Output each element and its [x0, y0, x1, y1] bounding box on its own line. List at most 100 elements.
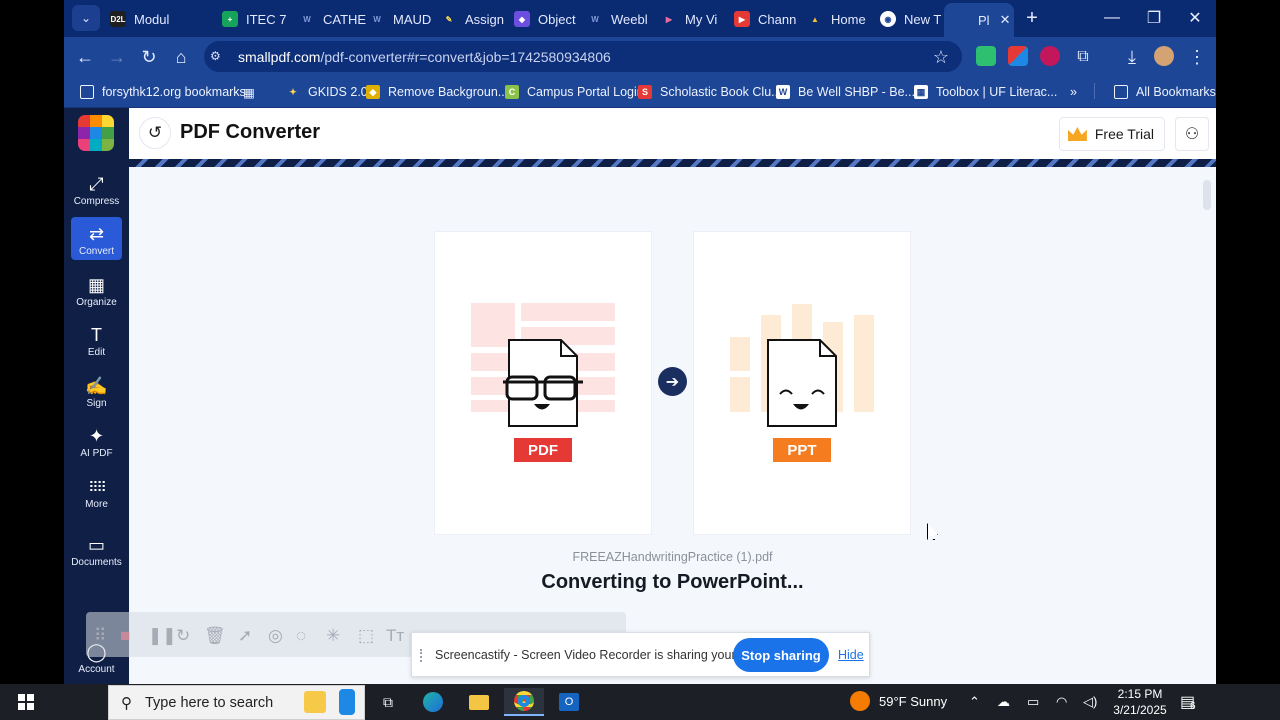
sidebar-item-ai-pdf[interactable]: ✦ AI PDF	[71, 419, 122, 462]
windows-taskbar: ⚲ Type here to search ⧉ O 59°F Sunny ⌃ ☁…	[0, 684, 1280, 720]
all-bookmarks-label: All Bookmarks	[1136, 85, 1216, 99]
tab-search-button[interactable]: ⌄	[72, 5, 100, 31]
browser-tab[interactable]: ▶ My Vi	[661, 5, 741, 33]
bookmark-item[interactable]: ▦ Toolbox | UF Literac...	[914, 83, 1057, 101]
taskbar-search[interactable]: ⚲ Type here to search	[108, 685, 365, 720]
browser-tab[interactable]: D2L Modul	[110, 5, 200, 33]
text-tool-icon[interactable]: Tт	[386, 626, 404, 646]
screencastify-icon[interactable]	[1040, 46, 1060, 66]
cursor-icon[interactable]: ➚	[238, 626, 252, 646]
puzzle-icon[interactable]: ⧉	[1070, 44, 1096, 70]
drive-icon: ▲	[811, 14, 819, 24]
forward-arrow-icon[interactable]: →	[104, 44, 130, 70]
status-text: Converting to PowerPoint...	[541, 571, 804, 593]
sidebar-item-label: Edit	[87, 347, 106, 358]
diamond-icon: ◆	[366, 85, 380, 99]
sidebar-item-compress[interactable]: ⤢ Compress	[71, 167, 122, 210]
bookmark-item[interactable]: W Be Well SHBP - Be...	[776, 83, 915, 101]
bookmark-item[interactable]: ◆ Remove Backgroun...	[366, 83, 508, 101]
sidebar-item-more[interactable]: ⠿⠿ More	[71, 470, 122, 513]
undo-button[interactable]: ↺	[139, 117, 171, 149]
outlook-icon[interactable]: O	[549, 688, 589, 716]
tab-label: My Vi	[685, 11, 718, 27]
task-view-icon[interactable]: ⧉	[368, 688, 408, 716]
onedrive-icon[interactable]: ☁	[997, 694, 1010, 710]
apps-icon[interactable]: ▦	[243, 83, 255, 101]
menu-icon[interactable]: ⋮	[1184, 44, 1210, 70]
stop-record-icon[interactable]: ■	[120, 626, 130, 646]
browser-tab[interactable]: W Weebl	[587, 5, 667, 33]
play-icon: ▶	[665, 14, 673, 24]
new-tab-button[interactable]: +	[1014, 6, 1050, 30]
drag-handle-icon[interactable]: ⠿	[94, 626, 106, 646]
pause-icon[interactable]: ❚❚	[148, 626, 177, 646]
stop-sharing-button[interactable]: Stop sharing	[733, 638, 829, 672]
address-bar[interactable]: smallpdf.com/pdf-converter#r=convert&job…	[204, 41, 962, 72]
minimize-button[interactable]: —	[1094, 6, 1130, 30]
drag-handle-icon[interactable]	[420, 649, 426, 662]
close-window-button[interactable]: ✕	[1177, 6, 1213, 30]
click-highlight-icon[interactable]: ◎	[268, 626, 283, 646]
chrome-taskbar-icon[interactable]	[504, 688, 544, 716]
hide-link[interactable]: Hide	[838, 648, 864, 662]
volume-icon[interactable]: ◁)	[1083, 694, 1097, 710]
reload-icon[interactable]: ↻	[136, 44, 162, 70]
browser-tab[interactable]: ✎ Assign	[441, 5, 519, 33]
user-button[interactable]: ⚇	[1175, 117, 1209, 151]
sidebar-item-label: Convert	[78, 246, 114, 257]
campus-icon: C	[505, 85, 519, 99]
browser-tab-active[interactable]: Pl ✕	[944, 3, 1014, 37]
restart-icon[interactable]: ↻	[176, 626, 190, 646]
sparkle-icon: ✦	[88, 426, 105, 446]
file-name: FREEAZHandwritingPractice (1).pdf	[572, 550, 773, 564]
browser-tab[interactable]: W MAUD	[369, 5, 449, 33]
person-icon: ⚇	[1184, 126, 1200, 143]
smallpdf-logo[interactable]	[78, 115, 114, 151]
browser-tab[interactable]: ▲ Home	[807, 5, 887, 33]
browser-tab[interactable]: ◉ New T	[880, 5, 952, 33]
taskbar-clock[interactable]: 2:15 PM 3/21/2025	[1108, 686, 1172, 718]
spotlight-icon[interactable]: ◌	[296, 626, 306, 646]
bookmark-item[interactable]: C Campus Portal Login	[505, 83, 644, 101]
browser-tab[interactable]: W CATHE	[299, 5, 375, 33]
download-icon[interactable]: ⤓	[1119, 44, 1145, 70]
bookmark-item[interactable]: ✦ GKIDS 2.0	[286, 83, 368, 101]
battery-icon[interactable]: ▭	[1027, 694, 1039, 710]
browser-tab[interactable]: ▶ Chann	[734, 5, 814, 33]
click-effect-icon[interactable]: ✳	[326, 626, 340, 646]
smallpdf-extension-icon[interactable]	[1008, 46, 1028, 66]
more-bookmarks-icon[interactable]: »	[1070, 83, 1077, 101]
browser-tab[interactable]: + ITEC 7	[222, 5, 294, 33]
bookmark-item[interactable]: S Scholastic Book Clu...	[638, 83, 782, 101]
file-explorer-icon[interactable]	[459, 688, 499, 716]
scrollbar[interactable]	[1203, 180, 1211, 210]
tab-label: Home	[831, 11, 866, 27]
sidebar-item-edit[interactable]: T Edit	[71, 318, 122, 361]
browser-tab[interactable]: ◆ Object	[514, 5, 590, 33]
site-info-icon[interactable]: ⚙	[210, 49, 221, 63]
select-icon[interactable]: ⬚	[358, 626, 374, 646]
free-trial-button[interactable]: Free Trial	[1058, 117, 1165, 151]
edge-icon[interactable]	[413, 688, 453, 716]
browser-window: ⌄ D2L Modul + ITEC 7 W CATHE W MAUD ✎ Assign …	[64, 0, 1216, 684]
weather-text[interactable]: 59°F Sunny	[879, 694, 947, 709]
back-arrow-icon[interactable]: ←	[72, 44, 98, 70]
home-icon[interactable]: ⌂	[168, 44, 194, 70]
search-highlight-icon	[339, 689, 355, 715]
star-icon[interactable]: ☆	[928, 44, 954, 70]
close-tab-icon[interactable]: ✕	[1000, 12, 1011, 28]
sidebar-item-documents[interactable]: ▭ Documents	[71, 528, 122, 571]
restore-button[interactable]: ❐	[1136, 6, 1172, 30]
start-button[interactable]	[0, 684, 52, 720]
trash-icon[interactable]: 🗑	[204, 626, 226, 646]
extension-icon[interactable]	[976, 46, 996, 66]
chevron-up-icon[interactable]: ⌃	[969, 694, 980, 710]
profile-avatar[interactable]	[1154, 46, 1174, 66]
weather-icon[interactable]	[850, 691, 870, 711]
sidebar-item-convert[interactable]: ⇄ Convert	[71, 217, 122, 260]
sidebar-item-sign[interactable]: ✍ Sign	[71, 369, 122, 412]
all-bookmarks[interactable]: All Bookmarks	[1114, 83, 1216, 101]
wifi-icon[interactable]: ◠	[1056, 694, 1067, 710]
sidebar-item-organize[interactable]: ▦ Organize	[71, 268, 122, 311]
bookmark-item[interactable]: forsythk12.org bookmarks	[80, 83, 246, 101]
